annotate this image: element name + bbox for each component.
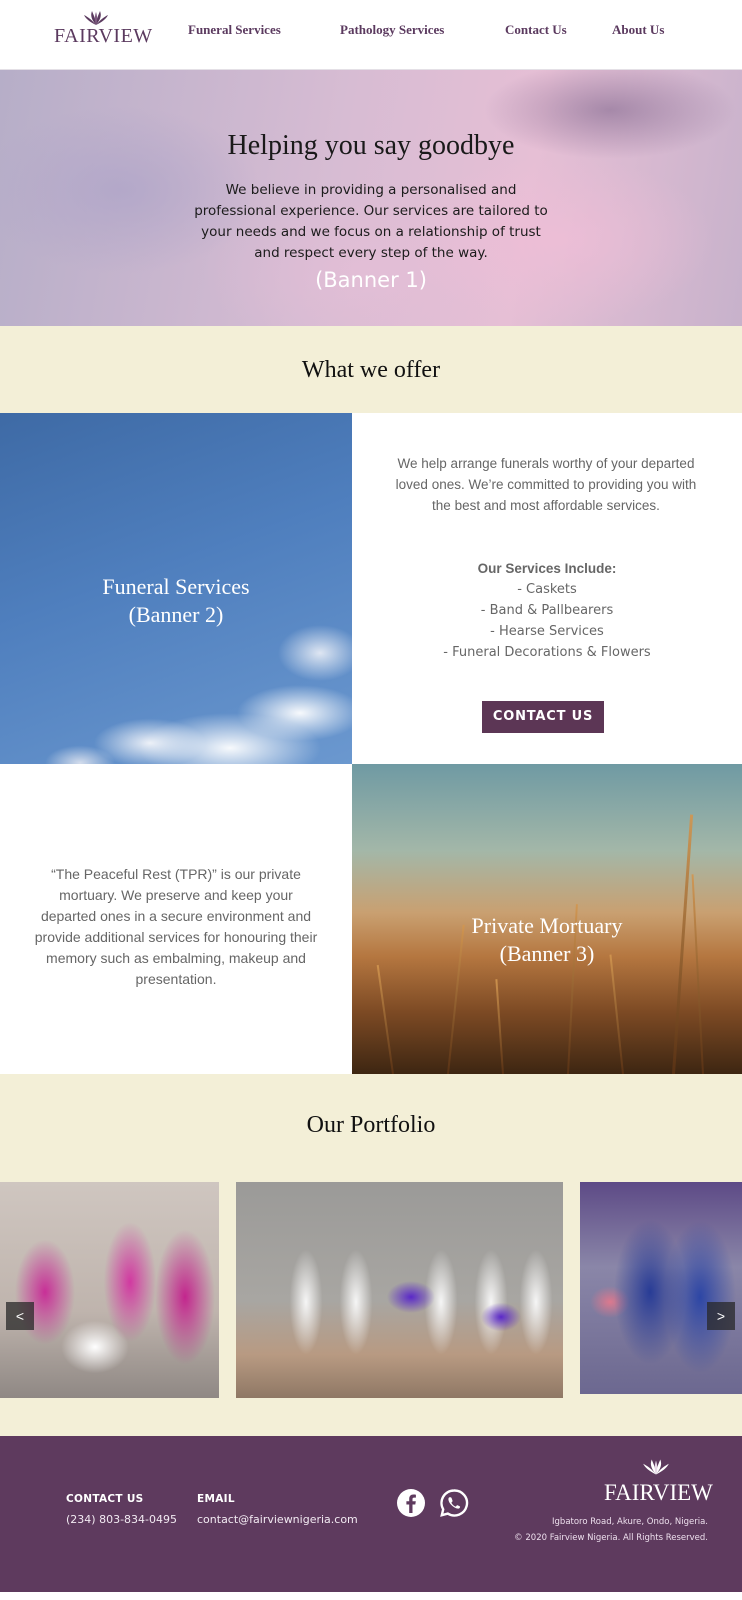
funeral-banner-title: Funeral Services <box>102 574 250 599</box>
logo-text: FAIRVIEW <box>54 25 153 47</box>
mortuary-banner-label: (Banner 3) <box>499 941 595 966</box>
nav-pathology-services[interactable]: Pathology Services <box>340 22 444 38</box>
portfolio-photo[interactable] <box>0 1182 219 1398</box>
nav-contact-us[interactable]: Contact Us <box>505 22 567 38</box>
footer-email-label: EMAIL <box>197 1493 235 1505</box>
hero-text: We believe in providing a personalised a… <box>194 182 548 261</box>
carousel-next-button[interactable]: > <box>707 1302 735 1330</box>
carousel-prev-button[interactable]: < <box>6 1302 34 1330</box>
lotus-icon <box>84 11 108 25</box>
footer-copyright: © 2020 Fairview Nigeria. All Rights Rese… <box>514 1533 708 1543</box>
footer-phone[interactable]: (234) 803-834-0495 <box>66 1513 177 1526</box>
fairview-logo[interactable]: FAIRVIEW <box>54 10 153 47</box>
service-item: - Funeral Decorations & Flowers <box>443 645 651 660</box>
offer-heading: What we offer <box>301 357 441 383</box>
nav-about-us[interactable]: About Us <box>612 22 664 38</box>
nav-funeral-services[interactable]: Funeral Services <box>188 22 281 38</box>
service-item: - Band & Pallbearers <box>480 603 614 618</box>
mortuary-panel: “The Peaceful Rest (TPR)” is our private… <box>0 764 352 1074</box>
facebook-icon[interactable] <box>396 1488 426 1518</box>
hero-banner-label: (Banner 1) <box>315 268 427 292</box>
lotus-icon <box>643 1459 669 1475</box>
footer-email[interactable]: contact@fairviewnigeria.com <box>197 1513 358 1526</box>
portfolio-photo[interactable] <box>236 1182 563 1398</box>
contact-us-button[interactable]: CONTACT US <box>482 701 604 733</box>
site-header: FAIRVIEW Funeral Services Pathology Serv… <box>0 0 742 70</box>
footer-address: Igbatoro Road, Akure, Ondo, Nigeria. <box>552 1517 708 1527</box>
service-item: - Caskets <box>517 582 577 597</box>
services-include-title: Our Services Include: <box>477 561 617 576</box>
portfolio-carousel <box>0 1182 742 1398</box>
offer-heading-band: What we offer <box>0 326 742 413</box>
portfolio-photo[interactable] <box>580 1182 742 1394</box>
portfolio-heading: Our Portfolio <box>306 1112 436 1138</box>
private-mortuary-banner: Private Mortuary (Banner 3) <box>352 764 742 1074</box>
footer-logo-text: FAIRVIEW <box>604 1480 713 1505</box>
mortuary-description: “The Peaceful Rest (TPR)” is our private… <box>34 866 318 987</box>
hero-title: Helping you say goodbye <box>227 130 515 161</box>
service-item: - Hearse Services <box>490 624 604 639</box>
funeral-services-panel: We help arrange funerals worthy of your … <box>352 413 742 764</box>
mortuary-banner-title: Private Mortuary <box>471 913 623 938</box>
funeral-description: We help arrange funerals worthy of your … <box>395 456 697 513</box>
whatsapp-icon[interactable] <box>439 1488 469 1518</box>
site-footer: CONTACT US (234) 803-834-0495 EMAIL cont… <box>0 1436 742 1592</box>
footer-logo[interactable]: FAIRVIEW <box>604 1458 713 1505</box>
funeral-banner-label: (Banner 2) <box>128 602 224 627</box>
funeral-services-banner: Funeral Services (Banner 2) <box>0 413 352 764</box>
footer-contact-label: CONTACT US <box>66 1493 144 1505</box>
hero-banner: Helping you say goodbye We believe in pr… <box>0 70 742 326</box>
